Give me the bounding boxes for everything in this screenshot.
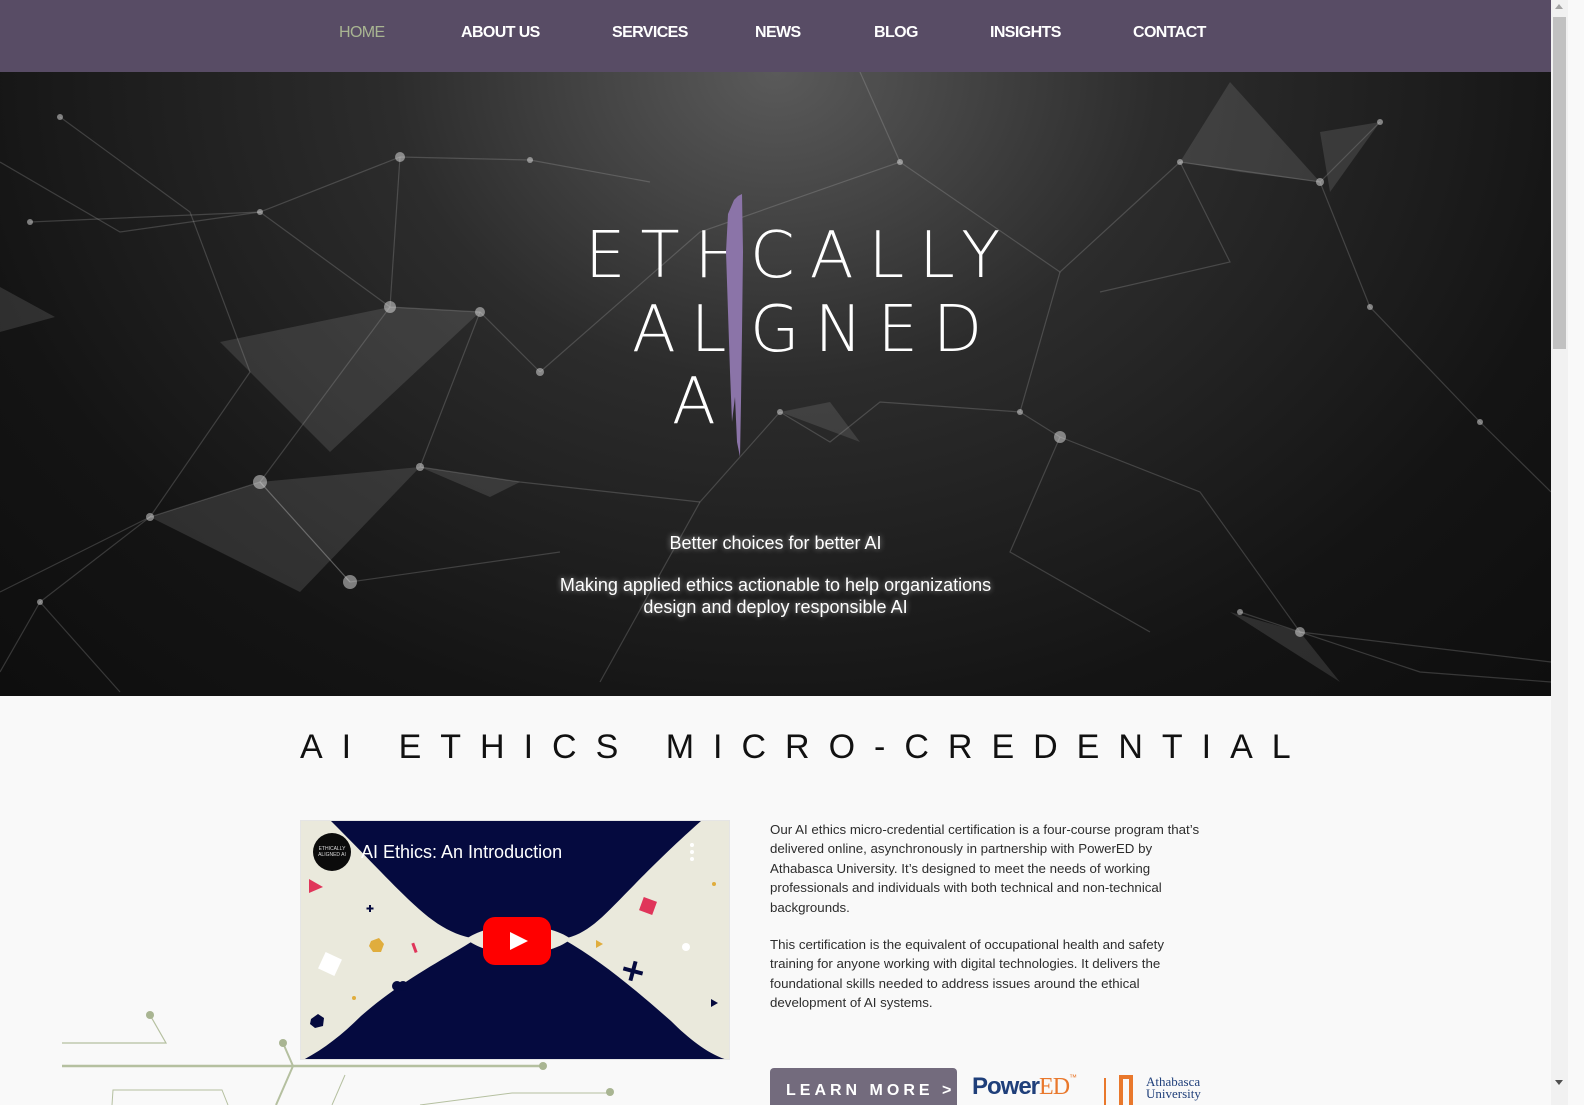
powered-logo[interactable]: PowerED™ <box>972 1073 1077 1101</box>
logo-brush-stroke-icon <box>726 194 743 457</box>
more-vertical-icon[interactable] <box>689 843 695 863</box>
channel-avatar-text: ETHICALLY ALIGNED AI <box>318 846 346 858</box>
powered-logo-tm: ™ <box>1069 1073 1077 1082</box>
nav-item-home[interactable]: HOME <box>339 24 385 42</box>
vertical-scrollbar[interactable] <box>1551 0 1568 1105</box>
athabasca-logo-icon <box>1119 1075 1133 1105</box>
learn-more-button[interactable]: LEARN MORE > <box>770 1068 957 1105</box>
hero-subtitle-line-2: design and deploy responsible AI <box>643 597 908 617</box>
video-title[interactable]: AI Ethics: An Introduction <box>361 842 562 863</box>
hero-subtitle-line-1: Making applied ethics actionable to help… <box>559 575 992 595</box>
hero-tagline: Better choices for better AI <box>669 533 882 553</box>
logo-text-cally: CALLY <box>750 219 1016 293</box>
video-player[interactable]: ETHICALLY ALIGNED AI AI Ethics: An Intro… <box>300 820 730 1060</box>
section-title: AI ETHICS MICRO-CREDENTIAL <box>300 728 1310 766</box>
nav-item-services[interactable]: SERVICES <box>612 24 688 42</box>
scrollbar-thumb[interactable] <box>1553 17 1566 349</box>
logo-divider <box>1104 1078 1106 1105</box>
page: HOME ABOUT US SERVICES NEWS BLOG INSIGHT… <box>0 0 1551 1105</box>
channel-avatar[interactable]: ETHICALLY ALIGNED AI <box>313 833 351 871</box>
right-gutter <box>1568 0 1584 1105</box>
scroll-down-arrow-icon[interactable] <box>1555 1080 1563 1085</box>
description-paragraph-2: This certification is the equivalent of … <box>770 937 1164 1011</box>
nav-item-about-us[interactable]: ABOUT US <box>461 24 540 42</box>
logo-text-a: A <box>672 365 731 439</box>
athabasca-logo-text: Athabasca University <box>1146 1075 1201 1101</box>
powered-logo-ed: ED <box>1039 1074 1070 1100</box>
nav-item-blog[interactable]: BLOG <box>874 24 918 42</box>
nav-item-insights[interactable]: INSIGHTS <box>990 24 1061 42</box>
scroll-up-arrow-icon[interactable] <box>1555 4 1563 9</box>
athabasca-line-2: University <box>1146 1086 1201 1101</box>
hero-banner: ETH CALLY AL GNED A Better choices for b… <box>0 72 1551 696</box>
logo-text-gned: GNED <box>750 293 998 367</box>
top-navigation: HOME ABOUT US SERVICES NEWS BLOG INSIGHT… <box>0 0 1551 72</box>
description-paragraph-1: Our AI ethics micro-credential certifica… <box>770 822 1200 915</box>
nav-item-news[interactable]: NEWS <box>755 24 801 42</box>
nav-item-contact[interactable]: CONTACT <box>1133 24 1206 42</box>
powered-logo-power: Power <box>972 1073 1040 1100</box>
youtube-play-icon[interactable] <box>483 917 551 965</box>
